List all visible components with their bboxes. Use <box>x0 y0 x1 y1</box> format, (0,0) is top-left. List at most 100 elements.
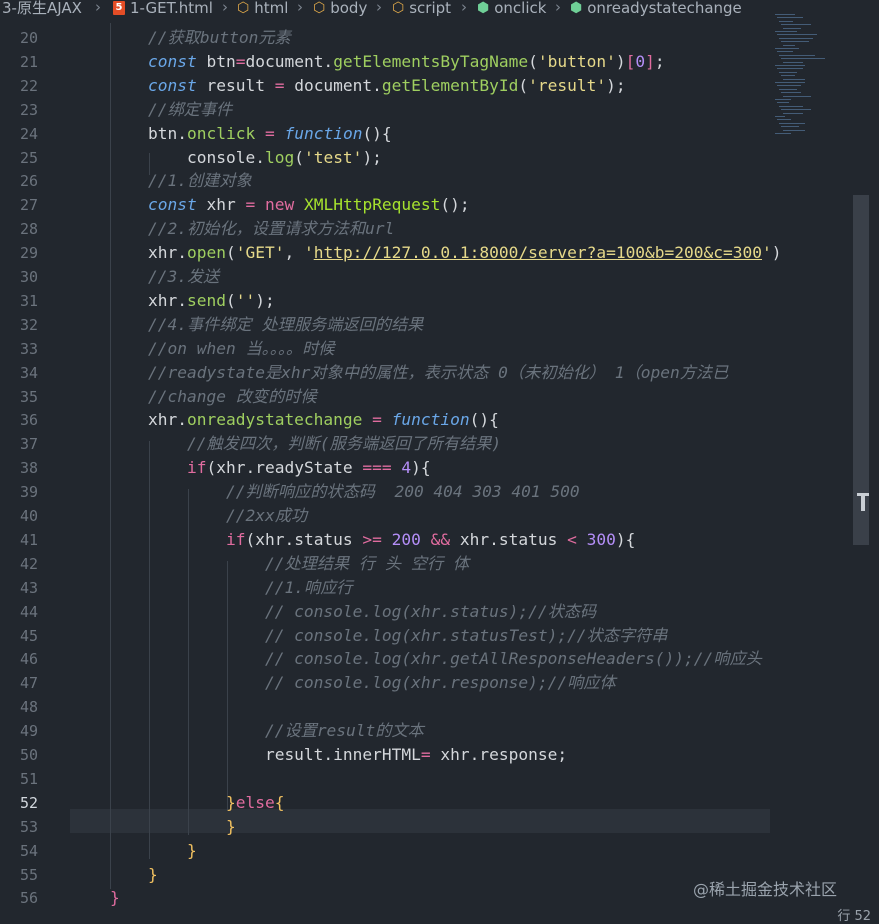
status-line-position: 行 52 <box>837 909 871 924</box>
code-token: (){ <box>469 410 499 430</box>
code-token: ] <box>645 51 655 71</box>
code-line[interactable]: 40 //2xx成功 <box>0 504 855 528</box>
minimap[interactable] <box>775 14 835 139</box>
code-line[interactable]: 28 //2.初始化，设置请求方法和url <box>0 217 855 241</box>
line-number: 51 <box>19 769 38 788</box>
code-line[interactable]: 33 //on when 当。。。。时候 <box>0 337 855 361</box>
chevron-right-icon: › <box>222 0 228 16</box>
breadcrumb-body[interactable]: ⬡ body <box>313 0 367 16</box>
code-line[interactable]: 20 //获取button元素 <box>0 26 855 50</box>
chevron-right-icon: › <box>95 0 101 16</box>
code-text: //判断响应的状态码 200 404 303 401 500 <box>148 480 580 504</box>
code-token: 'result' <box>528 75 607 95</box>
breadcrumb-onreadystatechange[interactable]: ⬢ onreadystatechange <box>570 0 742 16</box>
code-editor[interactable]: 20//获取button元素 21 const btn=document.getEl… <box>0 23 855 907</box>
code-line[interactable]: 23 //绑定事件 <box>0 98 855 122</box>
minimap-line <box>775 133 791 134</box>
minimap-line <box>775 116 785 117</box>
code-line[interactable]: 21 const btn=document.getElementsByTagNam… <box>0 50 855 74</box>
code-token: ) <box>771 243 782 263</box>
code-text: if(xhr.status >= 200 && xhr.status < 300… <box>148 528 635 552</box>
code-token: //1.创建对象 <box>148 171 252 191</box>
code-line[interactable]: 38 if(xhr.readyState === 4){ <box>0 456 855 480</box>
code-line[interactable]: 22 const result = document.getElementById… <box>0 74 855 98</box>
code-token: } <box>225 816 236 836</box>
code-line[interactable]: 47 // console.log(xhr.response);//响应体 <box>0 671 855 695</box>
line-number: 36 <box>19 411 38 430</box>
code-line[interactable]: 32 //4.事件绑定 处理服务端返回的结果 <box>0 313 855 337</box>
line-number: 43 <box>19 578 38 597</box>
code-line[interactable]: 35 //change 改变的时候 <box>0 385 855 409</box>
breadcrumb-script[interactable]: ⬡ script <box>392 0 451 16</box>
minimap-line <box>777 85 801 87</box>
code-line[interactable]: 52 }else{ <box>0 791 855 815</box>
scrollbar-handle-icon[interactable] <box>857 493 869 511</box>
code-token: ( <box>528 51 538 71</box>
code-line[interactable]: 24 btn.onclick = function(){ <box>0 122 855 146</box>
code-line[interactable]: 51 <box>0 767 855 791</box>
code-text: } <box>148 815 236 839</box>
line-number: 42 <box>19 554 38 573</box>
breadcrumb-file[interactable]: 5 1-GET.html <box>113 0 213 16</box>
minimap-line <box>781 24 811 26</box>
breadcrumb-folder[interactable]: 3-原生AJAX <box>2 0 82 16</box>
code-token: ; <box>654 51 665 71</box>
code-line[interactable]: 50 result.innerHTML= xhr.response; <box>0 743 855 767</box>
code-line[interactable]: 43 //1.响应行 <box>0 576 855 600</box>
code-token: === <box>362 458 392 478</box>
code-line[interactable]: 34 //readystate是xhr对象中的属性，表示状态 0（未初始化） 1（… <box>0 361 855 385</box>
code-line[interactable]: 45 // console.log(xhr.statusTest);//状态字符… <box>0 624 855 648</box>
code-line[interactable]: 49 //设置result的文本 <box>0 719 855 743</box>
code-line[interactable]: 25 console.log('test'); <box>0 146 855 170</box>
code-line[interactable]: 36 xhr.onreadystatechange = function(){ <box>0 408 855 432</box>
minimap-line <box>781 58 825 60</box>
code-line[interactable]: 46 // console.log(xhr.getAllResponseHead… <box>0 647 855 671</box>
line-number: 50 <box>19 746 38 764</box>
code-text: // console.log(xhr.response);//响应体 <box>148 671 616 695</box>
code-token: xhr.response; <box>430 745 568 764</box>
code-line[interactable]: 53 } <box>0 815 855 839</box>
code-line[interactable]: 37 //触发四次，判断(服务端返回了所有结果) <box>0 432 855 456</box>
code-token: if <box>186 458 207 478</box>
line-number: 41 <box>19 530 38 549</box>
code-line[interactable]: 44 // console.log(xhr.status);//状态码 <box>0 600 855 624</box>
code-line[interactable]: 27 const xhr = new XMLHttpRequest(); <box>0 193 855 217</box>
code-token: console. <box>148 147 265 167</box>
code-token: //3.发送 <box>148 267 220 286</box>
code-line[interactable]: 41 if(xhr.status >= 200 && xhr.status < … <box>0 528 855 552</box>
breadcrumb-html[interactable]: ⬡ html <box>237 0 288 16</box>
minimap-line <box>779 122 805 124</box>
code-line[interactable]: 39 //判断响应的状态码 200 404 303 401 500 <box>0 480 855 504</box>
minimap-line <box>779 88 797 90</box>
tag-box-icon: ⬡ <box>237 0 250 16</box>
code-token: const <box>148 75 197 95</box>
code-token: , <box>284 243 304 263</box>
code-line[interactable]: 29 xhr.open('GET', 'http://127.0.0.1:8000… <box>0 241 855 265</box>
code-token: // console.log(xhr.getAllResponseHeaders… <box>148 649 762 669</box>
code-token: //触发四次，判断(服务端返回了所有结果) <box>148 434 502 454</box>
code-line[interactable]: 48 <box>0 695 855 719</box>
code-line[interactable]: 26 //1.创建对象 <box>0 169 855 193</box>
code-token: = <box>372 410 382 430</box>
code-text: //2xx成功 <box>148 504 307 528</box>
code-line[interactable]: 30 //3.发送 <box>0 265 855 289</box>
line-number: 45 <box>19 626 38 645</box>
minimap-line <box>783 78 805 80</box>
code-token: = <box>274 75 285 95</box>
code-line[interactable]: 31 xhr.send(''); <box>0 289 855 313</box>
code-token: result <box>196 75 275 95</box>
code-token: 'GET' <box>235 243 285 263</box>
code-line[interactable]: 54 } <box>0 839 855 863</box>
minimap-line <box>775 14 795 15</box>
code-text: //4.事件绑定 处理服务端返回的结果 <box>148 313 423 337</box>
code-line[interactable]: 42 //处理结果 行 头 空行 体 <box>0 552 855 576</box>
code-token: < <box>567 529 577 549</box>
code-text: //绑定事件 <box>148 98 232 122</box>
line-number: 28 <box>19 220 38 239</box>
breadcrumb-onclick[interactable]: ⬢ onclick <box>477 0 546 16</box>
line-number: 32 <box>19 315 38 334</box>
